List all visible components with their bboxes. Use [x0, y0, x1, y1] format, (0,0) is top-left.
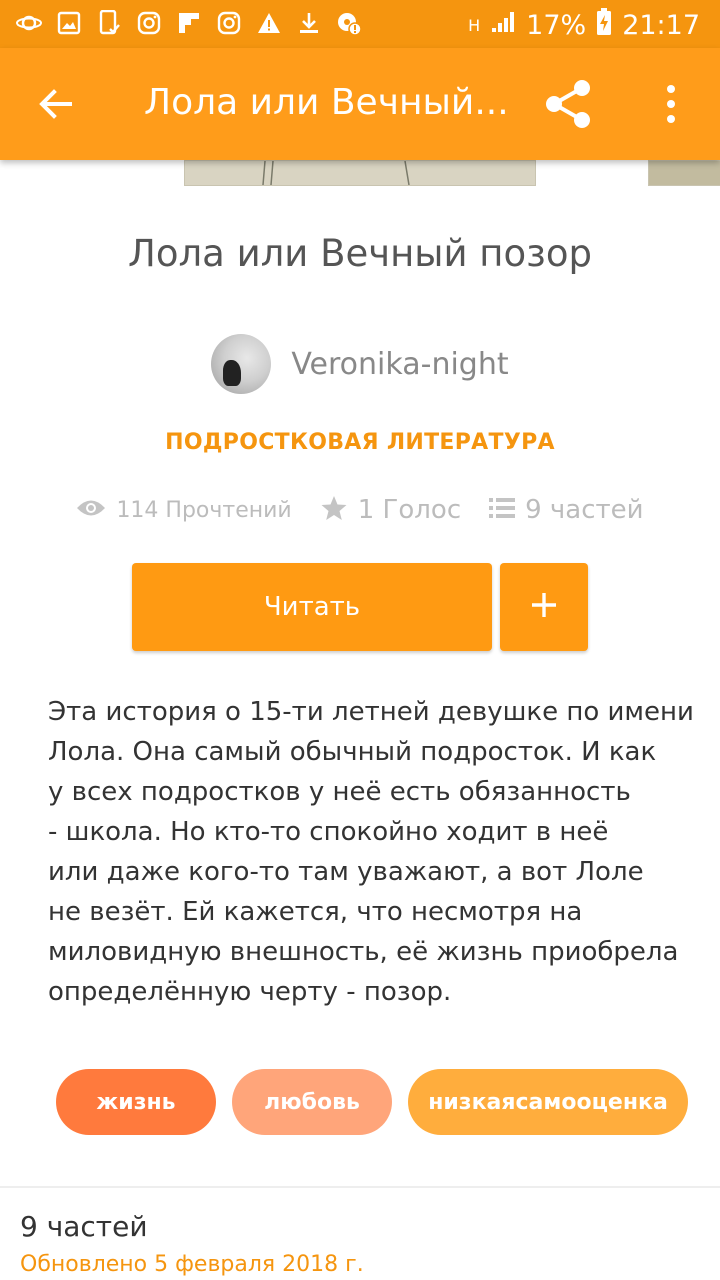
star-icon — [320, 494, 348, 526]
tag-lyubov[interactable]: любовь — [232, 1069, 392, 1135]
author-name[interactable]: Veronika-night — [291, 347, 508, 382]
description-line: - школа. Но кто-то спокойно ходит в неё — [48, 817, 609, 847]
appbar-title: Лола или Вечный... — [144, 82, 509, 123]
category-link[interactable]: ПОДРОСТКОВАЯ ЛИТЕРАТУРА — [0, 430, 720, 455]
app-bar: Лола или Вечный... — [0, 48, 720, 160]
description-line: миловидную внешность, её жизнь приобрела — [48, 937, 679, 967]
story-stats: 114 Прочтений 1 Голос 9 частей — [0, 494, 720, 526]
share-icon[interactable] — [542, 78, 594, 130]
settings-alert-icon — [336, 10, 362, 36]
status-bar: H 17% 21:17 — [0, 0, 720, 48]
phone-check-icon — [96, 10, 122, 36]
votes-count: 1 Голос — [357, 495, 462, 525]
more-options-icon[interactable] — [656, 84, 686, 124]
description-line: не везёт. Ей кажется, что несмотря на — [48, 897, 583, 927]
reads-stat: 114 Прочтений — [76, 497, 292, 523]
divider — [0, 1186, 720, 1188]
description-line: Эта история о 15-ти летней девушке по им… — [48, 697, 694, 727]
description-line: у всех подростков у неё есть обязанность — [48, 777, 631, 807]
tag-nizkayasamootsenka[interactable]: низкаясамооценка — [408, 1069, 688, 1135]
clock: 21:17 — [622, 10, 700, 41]
story-title: Лола или Вечный позор — [128, 232, 592, 275]
description-line: определённую черту - позор. — [48, 977, 452, 1007]
warning-icon — [256, 10, 282, 36]
parts-section-title[interactable]: 9 частей — [20, 1210, 148, 1243]
saturn-icon — [16, 10, 42, 36]
parts-stat: 9 частей — [489, 495, 644, 525]
add-to-library-button[interactable] — [500, 563, 588, 651]
author-row[interactable]: Veronika-night — [0, 334, 720, 394]
back-arrow-icon[interactable] — [34, 82, 78, 126]
description-line: или даже кого-то там уважают, а вот Лоле — [48, 857, 644, 887]
download-icon — [296, 10, 322, 36]
votes-stat: 1 Голос — [320, 494, 461, 526]
avatar[interactable] — [211, 334, 272, 394]
flipboard-icon — [176, 10, 202, 36]
list-icon — [489, 497, 516, 523]
instagram-icon — [216, 10, 242, 36]
tag-zhizn[interactable]: жизнь — [56, 1069, 216, 1135]
eye-icon — [76, 497, 106, 523]
battery-percent: 17% — [526, 10, 587, 41]
description-line: Лола. Она самый обычный подросток. И как — [48, 737, 657, 767]
plus-icon — [530, 591, 558, 623]
parts-count: 9 частей — [525, 495, 644, 525]
network-type: H — [468, 15, 481, 35]
read-button[interactable]: Читать — [132, 563, 492, 651]
reads-count: 114 Прочтений — [116, 497, 292, 523]
next-cover-image[interactable] — [648, 160, 720, 186]
updated-date: Обновлено 5 февраля 2018 г. — [20, 1252, 364, 1277]
cover-image[interactable] — [184, 160, 536, 186]
signal-icon — [490, 10, 516, 41]
story-description: Эта история о 15-ти летней девушке по им… — [48, 692, 694, 1012]
instagram-icon — [136, 10, 162, 36]
battery-charging-icon — [596, 8, 612, 43]
image-icon — [56, 10, 82, 36]
